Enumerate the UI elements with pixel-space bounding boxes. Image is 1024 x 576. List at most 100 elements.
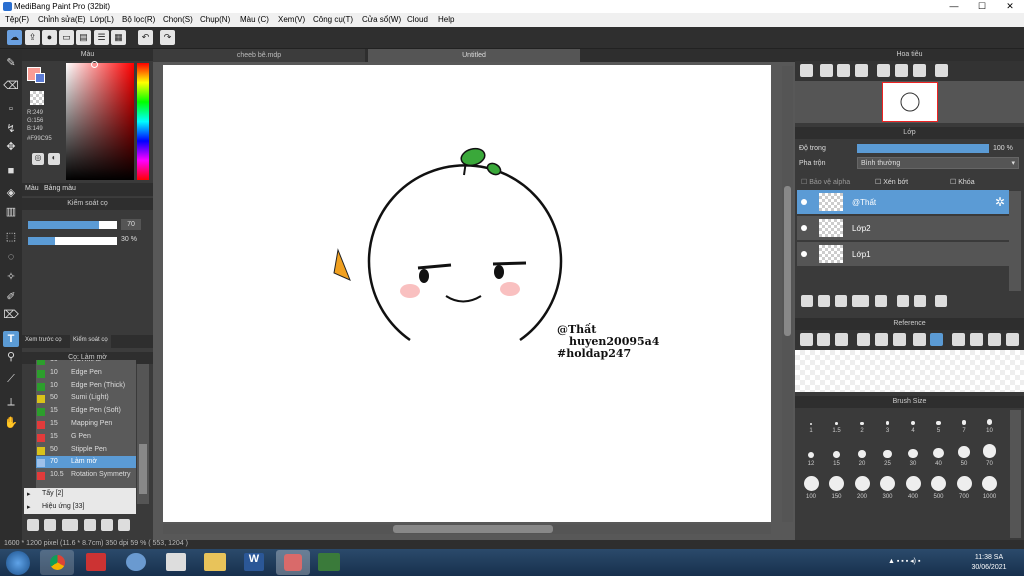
word-taskbar-icon[interactable]: W	[244, 553, 264, 571]
brush-size-option[interactable]: 1.5	[825, 411, 849, 440]
brush-size-slider[interactable]	[28, 221, 117, 229]
palette-icon[interactable]: ◎	[32, 153, 44, 165]
add-brush-icon[interactable]	[44, 519, 56, 531]
reference-hand-icon[interactable]	[930, 333, 943, 346]
rotate-icon[interactable]	[877, 64, 890, 77]
layer-visibility-icon[interactable]	[801, 199, 807, 205]
drawing-canvas[interactable]: @Thất huyen20095a4 #holdap247	[163, 65, 771, 522]
menu-tools[interactable]: Công cụ(T)	[313, 15, 353, 24]
brush-size-scrollbar[interactable]	[1010, 410, 1021, 538]
menu-select[interactable]: Chọn(S)	[163, 15, 193, 24]
add-halftone-icon[interactable]	[852, 295, 869, 307]
move-tool-icon[interactable]: ✥	[3, 139, 19, 155]
reference-zoom-in-icon[interactable]	[857, 333, 870, 346]
bucket-tool-icon[interactable]: ◈	[3, 185, 19, 201]
brush-folder-icon[interactable]	[101, 519, 113, 531]
zoom-out-icon[interactable]	[855, 64, 868, 77]
zoom-in-icon[interactable]	[800, 64, 813, 77]
reference-fit-icon[interactable]	[875, 333, 888, 346]
menu-file[interactable]: Tệp(F)	[5, 15, 29, 24]
maximize-button[interactable]: ☐	[968, 0, 996, 13]
hue-slider[interactable]	[137, 63, 149, 180]
brush-list-item[interactable]: 10.5 Rotation Symmetry	[36, 469, 136, 481]
reference-flip-icon[interactable]	[988, 333, 1001, 346]
gradient-tool-icon[interactable]: ▥	[3, 204, 19, 220]
new-layer-8bit-icon[interactable]	[818, 295, 830, 307]
eraser-tool-icon[interactable]: ⌫	[3, 78, 19, 94]
clip-checkbox[interactable]: ☐ Xén bớt	[875, 178, 908, 186]
medibang-taskbar-icon[interactable]	[276, 550, 310, 575]
brush-size-option[interactable]: 5	[927, 411, 951, 440]
dot-tool-icon[interactable]: ▫	[3, 101, 19, 117]
brush-group-effects[interactable]: ▸ Hiệu ứng [33]	[24, 501, 136, 514]
delete-layer-icon[interactable]	[935, 295, 947, 307]
reset-icon[interactable]	[895, 64, 908, 77]
select-eraser-icon[interactable]: ⌦	[3, 307, 19, 323]
blend-mode-select[interactable]: Bình thường ▾	[857, 157, 1019, 169]
reference-close-icon[interactable]	[835, 333, 848, 346]
brush-list-item[interactable]: 15 G Pen	[36, 431, 136, 443]
lasso-tool-icon[interactable]: ◌	[3, 249, 19, 265]
redo-icon[interactable]: ↷	[160, 30, 175, 45]
system-tray-icons[interactable]: ▲ ▪ ▪ ▪ ◂) ▪	[888, 557, 958, 567]
select-pen-icon[interactable]: ✐	[3, 289, 19, 305]
dropper-icon[interactable]: ⟂	[3, 394, 19, 410]
fit-window-icon[interactable]	[837, 64, 850, 77]
layer-row[interactable]: Lớp1	[797, 242, 1009, 267]
brush-size-option[interactable]: 4	[901, 411, 925, 440]
menu-color[interactable]: Màu (C)	[240, 15, 269, 24]
chrome-taskbar-icon[interactable]	[40, 550, 74, 575]
cloud-icon[interactable]: ☁	[7, 30, 22, 45]
tab-document-2[interactable]: Untitled	[368, 49, 580, 62]
undo-icon[interactable]: ↶	[138, 30, 153, 45]
reference-cloud-icon[interactable]	[800, 333, 813, 346]
new-layer-icon[interactable]	[801, 295, 813, 307]
brush-size-option[interactable]: 25	[876, 444, 900, 473]
brush-size-option[interactable]: 20	[850, 444, 874, 473]
close-button[interactable]: ✕	[996, 0, 1024, 13]
brush-size-option[interactable]: 300	[876, 476, 900, 506]
brush-size-option[interactable]: 3	[876, 411, 900, 440]
menu-edit[interactable]: Chỉnh sửa(E)	[38, 15, 86, 24]
brush-size-option[interactable]: 7	[952, 411, 976, 440]
brush-size-value[interactable]: 70	[121, 219, 141, 230]
brush-list-item[interactable]: 70 Làm mờ	[36, 456, 136, 469]
brush-opacity-value[interactable]: 30 %	[121, 236, 137, 243]
transparent-swatch[interactable]	[30, 91, 44, 105]
layer-scrollbar[interactable]	[1009, 191, 1021, 291]
brush-list-item[interactable]: 50 Stipple Pen	[36, 444, 136, 456]
operation-tool-icon[interactable]: ⚲	[3, 349, 19, 365]
grid-icon[interactable]: ▦	[111, 30, 126, 45]
brush-list-item[interactable]: 10 NORMAL	[36, 360, 136, 366]
reference-open-icon[interactable]	[817, 333, 830, 346]
brush-size-option[interactable]: 100	[799, 476, 823, 506]
list-icon[interactable]: ☰	[94, 30, 109, 45]
text-tool-icon[interactable]: T	[3, 331, 19, 347]
brush-size-option[interactable]: 30	[901, 444, 925, 473]
reference-rotate-icon[interactable]	[952, 333, 965, 346]
brush-size-option[interactable]: 15	[825, 444, 849, 473]
canvas-vertical-scrollbar[interactable]	[782, 66, 793, 522]
navigator-thumbnail[interactable]	[882, 82, 938, 122]
menu-layer[interactable]: Lớp(L)	[90, 15, 114, 24]
brush-opacity-slider[interactable]	[28, 237, 117, 245]
tab-document-1[interactable]: cheeb bê.mdp	[153, 49, 365, 62]
menu-filter[interactable]: Bộ lọc(R)	[122, 15, 155, 24]
clock[interactable]: 11:38 SA 30/06/2021	[964, 553, 1014, 573]
duplicate-layer-icon[interactable]	[897, 295, 909, 307]
reference-reset-icon[interactable]	[970, 333, 983, 346]
reference-area[interactable]	[795, 350, 1024, 392]
fill-rect-tool-icon[interactable]: ■	[3, 163, 19, 179]
layer-visibility-icon[interactable]	[801, 251, 807, 257]
layer-visibility-icon[interactable]	[801, 225, 807, 231]
brush-size-option[interactable]: 150	[825, 476, 849, 506]
layer-settings-icon[interactable]: ✲	[995, 195, 1005, 209]
brush-size-option[interactable]: 50	[952, 444, 976, 473]
brush-size-option[interactable]: 12	[799, 444, 823, 473]
minimize-button[interactable]: —	[940, 0, 968, 13]
magic-wand-icon[interactable]: ✧	[3, 269, 19, 285]
brush-group-eraser[interactable]: ▸ Tẩy [2]	[24, 488, 136, 501]
brush-size-option[interactable]: 500	[927, 476, 951, 506]
brush-list-item[interactable]: 10 Edge Pen	[36, 367, 136, 379]
layer-row[interactable]: Lớp2	[797, 216, 1009, 241]
